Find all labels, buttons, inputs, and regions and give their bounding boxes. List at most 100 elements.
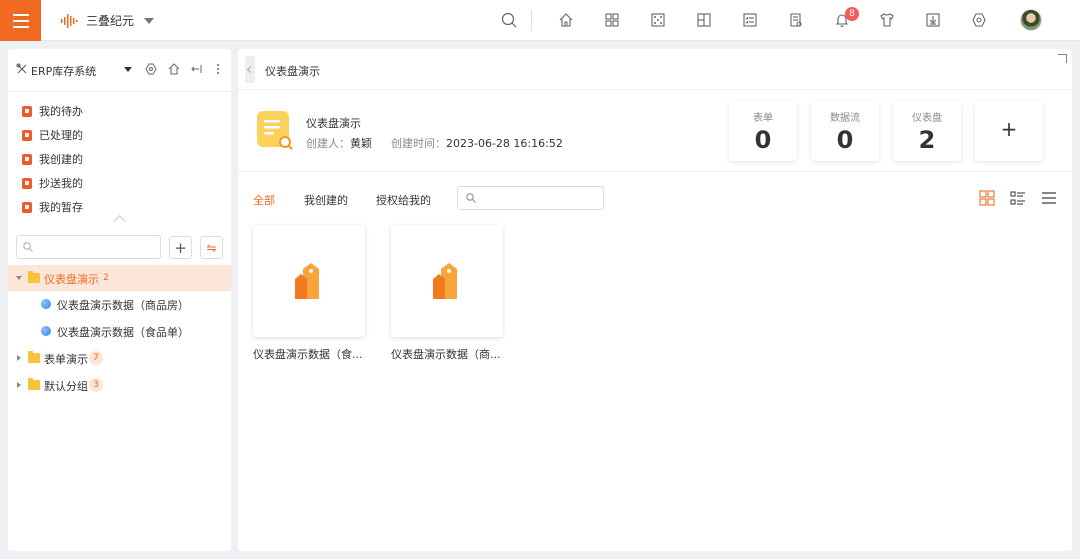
send-icon xyxy=(22,177,32,189)
folder-icon xyxy=(28,351,40,363)
tree-item-label: 仪表盘演示数据（食品单） xyxy=(57,326,189,339)
dashboard-item-icon xyxy=(41,326,51,336)
brand-switcher[interactable]: 三叠纪元 xyxy=(60,0,155,41)
system-selector[interactable]: ERP库存系统 xyxy=(8,49,231,91)
list-detail-view-icon[interactable] xyxy=(1010,190,1026,206)
search-icon[interactable] xyxy=(500,11,518,29)
tree-folder-label: 默认分组 xyxy=(44,380,88,393)
dashboard-title: 仪表盘演示 xyxy=(306,117,361,130)
search-input[interactable] xyxy=(457,186,604,210)
breadcrumb: 仪表盘演示 xyxy=(265,65,320,78)
quick-item-label: 抄送我的 xyxy=(39,177,83,190)
home-icon[interactable] xyxy=(168,63,180,75)
chevron-up-icon[interactable] xyxy=(113,215,126,228)
switch-button[interactable]: ⇋ xyxy=(200,236,223,259)
download-icon[interactable] xyxy=(924,11,942,29)
dashboard-header: 仪表盘演示 创建人：黄颖 创建时间：2023-06-28 16:16:52 表单… xyxy=(238,90,1072,172)
creator-label: 创建人： xyxy=(306,137,350,150)
stat-value: 0 xyxy=(754,126,772,154)
stat-label: 数据流 xyxy=(830,113,860,124)
checklist-icon[interactable] xyxy=(741,11,759,29)
collapse-sidebar-handle[interactable] xyxy=(245,56,255,83)
count-badge: 3 xyxy=(89,378,103,392)
expand-arrow-icon[interactable] xyxy=(16,276,22,280)
quick-item-created[interactable]: 我创建的 xyxy=(22,150,222,168)
creator-name: 黄颖 xyxy=(350,137,372,150)
dashboard-doc-icon xyxy=(257,111,293,150)
waveform-logo-icon xyxy=(61,13,78,28)
dashboard-card[interactable] xyxy=(253,225,365,337)
home-icon[interactable] xyxy=(557,11,575,29)
tab-all[interactable]: 全部 xyxy=(253,192,275,208)
stat-card-dashboards[interactable]: 仪表盘 2 xyxy=(893,101,961,161)
stat-value: 2 xyxy=(918,126,936,154)
main-panel: 仪表盘演示 仪表盘演示 创建人：黄颖 创建时间：2023-06-28 16:16… xyxy=(238,49,1072,551)
plus-icon: + xyxy=(1000,117,1018,141)
top-bar: 三叠纪元 8 xyxy=(0,0,1080,41)
sidebar: ERP库存系统 我的待办 已处理的 我创建的 抄送我的 我的暂存 + ⇋ 仪表盘… xyxy=(8,49,231,551)
count-badge: 2 xyxy=(99,271,113,285)
list-view-icon[interactable] xyxy=(1041,190,1057,206)
creator-meta: 创建人：黄颖 xyxy=(306,135,372,151)
settings-icon[interactable] xyxy=(970,11,988,29)
report-icon[interactable] xyxy=(787,11,805,29)
dashboard-card[interactable] xyxy=(391,225,503,337)
tree-item-label: 仪表盘演示数据（商品房） xyxy=(57,299,189,312)
tab-created-by-me[interactable]: 我创建的 xyxy=(304,192,348,208)
stat-label: 仪表盘 xyxy=(912,113,942,124)
notification-badge: 8 xyxy=(845,7,859,21)
tree-folder-form-demo[interactable]: 表单演示 7 xyxy=(8,345,231,371)
tree-folder-default-group[interactable]: 默认分组 3 xyxy=(8,372,231,398)
expand-arrow-icon[interactable] xyxy=(17,355,21,361)
more-vertical-icon[interactable] xyxy=(212,63,224,75)
search-icon xyxy=(466,193,476,203)
tree-folder-label: 表单演示 xyxy=(44,353,88,366)
created-time-meta: 创建时间：2023-06-28 16:16:52 xyxy=(391,135,563,151)
created-time-label: 创建时间： xyxy=(391,137,446,150)
system-name: ERP库存系统 xyxy=(31,65,97,78)
caret-down-icon[interactable] xyxy=(124,67,132,72)
widgets-icon[interactable] xyxy=(695,11,713,29)
stat-label: 表单 xyxy=(753,113,773,124)
tag-icon xyxy=(433,263,457,299)
tree-item-dashboard-data-2[interactable]: 仪表盘演示数据（食品单） xyxy=(8,318,231,344)
tab-shared-with-me[interactable]: 授权给我的 xyxy=(376,192,431,208)
folder-icon xyxy=(28,271,40,283)
chevron-down-icon xyxy=(144,17,155,24)
hamburger-menu-button[interactable] xyxy=(0,0,41,41)
expand-arrow-icon[interactable] xyxy=(17,382,21,388)
quick-item-drafts[interactable]: 我的暂存 xyxy=(22,198,222,216)
settings-icon[interactable] xyxy=(145,63,157,75)
quick-item-todo[interactable]: 我的待办 xyxy=(22,102,222,120)
created-time-value: 2023-06-28 16:16:52 xyxy=(446,137,563,150)
todo-icon xyxy=(22,105,32,117)
stat-card-forms[interactable]: 表单 0 xyxy=(729,101,797,161)
user-avatar[interactable] xyxy=(1020,9,1042,31)
dice-icon[interactable] xyxy=(649,11,667,29)
expand-corner-icon[interactable] xyxy=(1058,54,1067,63)
user-icon xyxy=(22,153,32,165)
count-badge: 7 xyxy=(89,351,103,365)
divider xyxy=(8,91,231,92)
dashboard-item-icon xyxy=(41,299,51,309)
dashboard-card-label[interactable]: 仪表盘演示数据（商... xyxy=(391,346,503,362)
tree-search-input[interactable] xyxy=(16,235,161,259)
tree-folder-label: 仪表盘演示 xyxy=(44,273,99,286)
tree-folder-dashboard-demo[interactable]: 仪表盘演示 2 xyxy=(8,265,231,291)
add-item-button[interactable]: + xyxy=(975,101,1043,161)
add-group-button[interactable]: + xyxy=(169,236,192,259)
breadcrumb-bar: 仪表盘演示 xyxy=(238,49,1072,90)
collapse-left-icon[interactable] xyxy=(191,63,203,75)
quick-item-processed[interactable]: 已处理的 xyxy=(22,126,222,144)
tag-icon xyxy=(295,263,319,299)
grid-view-icon[interactable] xyxy=(979,190,995,206)
stat-card-dataflows[interactable]: 数据流 0 xyxy=(811,101,879,161)
tree-item-dashboard-data-1[interactable]: 仪表盘演示数据（商品房） xyxy=(8,291,231,317)
quick-item-cc[interactable]: 抄送我的 xyxy=(22,174,222,192)
apps-icon[interactable] xyxy=(603,11,621,29)
shirt-icon[interactable] xyxy=(878,11,896,29)
quick-item-label: 我的暂存 xyxy=(39,201,83,214)
quick-item-label: 已处理的 xyxy=(39,129,83,142)
folder-icon xyxy=(28,378,40,390)
dashboard-card-label[interactable]: 仪表盘演示数据（食... xyxy=(253,346,365,362)
